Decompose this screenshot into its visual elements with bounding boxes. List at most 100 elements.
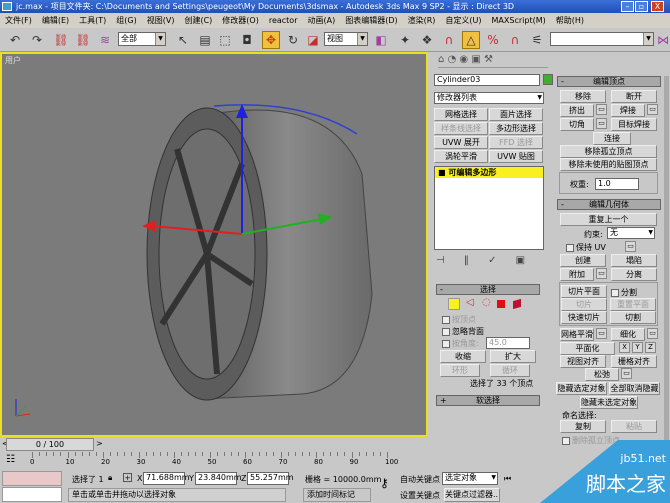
constraint-dropdown[interactable]: 无 ▼ (607, 227, 655, 239)
object-color-swatch[interactable] (543, 74, 553, 85)
loop-button[interactable]: 循环 (490, 364, 530, 377)
y-coord-field[interactable]: 23.840mm (195, 472, 242, 485)
patch-select-button[interactable]: 面片选择 (489, 108, 543, 121)
planar-y-button[interactable]: Y (632, 342, 643, 353)
maximize-button[interactable]: ▫ (635, 1, 648, 12)
angle-snap-icon[interactable]: △ (462, 31, 480, 49)
object-name-field[interactable]: Cylinder03 (434, 74, 540, 86)
maxscript-listener-pink[interactable] (2, 471, 62, 486)
snap-toggle-icon[interactable]: ∩ (440, 31, 458, 49)
chamfer-button[interactable]: 切角 (560, 118, 594, 131)
turbosmooth-button[interactable]: 涡轮平滑 (434, 150, 488, 163)
border-mode-icon[interactable]: ◌ (482, 297, 491, 308)
stack-tools[interactable]: ⊣ ‖ ✓ ▣ (436, 255, 533, 266)
by-vertex-checkbox[interactable]: 按顶点 (442, 314, 476, 325)
close-button[interactable]: X (651, 1, 664, 12)
preserve-uv-settings-icon[interactable]: ▭ (625, 241, 636, 252)
add-time-tag-button[interactable]: 添加时间标记 (303, 488, 371, 502)
planar-z-button[interactable]: Z (645, 342, 656, 353)
menu-reactor[interactable]: reactor (264, 16, 303, 25)
modifier-stack[interactable]: ■ 可编辑多边形 (434, 166, 544, 250)
scale-icon[interactable]: ◪ (304, 31, 322, 49)
angle-field[interactable]: 45.0 (486, 337, 530, 349)
bind-space-warp-icon[interactable]: ≋ (96, 31, 114, 49)
connect-button[interactable]: 连接 (593, 132, 631, 145)
key-mode-dropdown[interactable]: 选定对象 ▼ (442, 472, 498, 485)
keyboard-shortcut-icon[interactable]: ❖ (418, 31, 436, 49)
undo-icon[interactable]: ↶ (6, 31, 24, 49)
move-icon[interactable]: ✥ (262, 31, 280, 49)
rotate-icon[interactable]: ↻ (284, 31, 302, 49)
command-panel-scrollbar[interactable] (664, 76, 669, 466)
named-selection-dropdown[interactable]: ▼ (550, 32, 654, 46)
slice-plane-button[interactable]: 切片平面 (561, 285, 607, 298)
menu-rendering[interactable]: 渲染(R) (403, 16, 441, 25)
collapse-button[interactable]: 塌陷 (611, 254, 657, 267)
key-icon[interactable]: ⚷ (380, 476, 389, 490)
repeat-last-button[interactable]: 重复上一个 (560, 213, 657, 226)
cut-button[interactable]: 切割 (610, 311, 656, 324)
z-coord-field[interactable]: 55.257mm (247, 472, 294, 485)
vertex-mode-icon[interactable] (448, 298, 460, 310)
ffd-select-button[interactable]: FFD 选择 (489, 136, 543, 149)
ring-button[interactable]: 环形 (440, 364, 480, 377)
link-icon[interactable]: ⛓ (52, 31, 70, 49)
spline-select-button[interactable]: 样条线选择 (434, 122, 488, 135)
minimize-button[interactable]: – (621, 1, 634, 12)
time-slider[interactable]: 0 / 100 (6, 438, 94, 451)
reference-coord-dropdown[interactable]: 视图 ▼ (324, 32, 368, 46)
window-crossing-icon[interactable]: ◘ (238, 31, 256, 49)
mesh-select-button[interactable]: 网格选择 (434, 108, 488, 121)
menu-edit[interactable]: 编辑(E) (37, 16, 74, 25)
uvw-unwrap-button[interactable]: UVW 展开 (434, 136, 488, 149)
selection-rollout-header[interactable]: - 选择 (436, 284, 540, 295)
remove-isolated-button[interactable]: 移除孤立顶点 (560, 145, 657, 158)
delete-isolated-checkbox[interactable]: 删除孤立顶点 (562, 435, 620, 446)
attach-button[interactable]: 附加 (560, 268, 594, 281)
edit-vertices-rollout-header[interactable]: - 编辑顶点 (557, 76, 661, 87)
unhide-all-button[interactable]: 全部取消隐藏 (609, 382, 660, 395)
track-bar[interactable]: ☷ 0 10 20 30 40 50 60 70 80 90 100 (0, 452, 430, 470)
create-button[interactable]: 创建 (560, 254, 606, 267)
weld-button[interactable]: 焊接 (611, 104, 645, 117)
menu-create[interactable]: 创建(C) (179, 16, 217, 25)
menu-file[interactable]: 文件(F) (0, 16, 37, 25)
menu-customize[interactable]: 自定义(U) (440, 16, 486, 25)
quickslice-button[interactable]: 快速切片 (561, 311, 607, 324)
relax-button[interactable]: 松弛 (585, 368, 619, 381)
target-weld-button[interactable]: 目标焊接 (611, 118, 657, 131)
menu-graph-editors[interactable]: 图表编辑器(D) (340, 16, 402, 25)
uvw-map-button[interactable]: UVW 贴图 (489, 150, 543, 163)
x-coord-field[interactable]: 71.688mm (143, 472, 190, 485)
tessellate-button[interactable]: 细化 (611, 328, 645, 341)
by-angle-checkbox[interactable]: 按角度: (442, 338, 479, 349)
hide-unselected-button[interactable]: 隐藏未选定对象 (580, 396, 638, 409)
extrude-button[interactable]: 挤出 (560, 104, 594, 117)
remove-unused-map-verts-button[interactable]: 移除未使用的贴图顶点 (560, 158, 657, 171)
poly-select-button[interactable]: 多边形选择 (489, 122, 543, 135)
hide-selected-button[interactable]: 隐藏选定对象 (556, 382, 607, 395)
make-planar-button[interactable]: 平面化 (560, 342, 615, 355)
select-icon[interactable]: ↖ (174, 31, 192, 49)
extrude-settings-icon[interactable]: ▭ (596, 104, 607, 115)
command-panel-tabs[interactable]: ⌂ ◔ ◉ ▣ ⚒ (438, 54, 548, 68)
spinner-snap-icon[interactable]: ∩ (506, 31, 524, 49)
edge-mode-icon[interactable]: ◁ (466, 297, 474, 308)
viewport-user[interactable]: 用户 (0, 52, 428, 437)
relax-settings-icon[interactable]: ▭ (621, 368, 632, 379)
tessellate-settings-icon[interactable]: ▭ (647, 328, 658, 339)
view-align-button[interactable]: 视图对齐 (560, 355, 606, 368)
soft-selection-rollout-header[interactable]: + 软选择 (436, 395, 540, 406)
menu-help[interactable]: 帮助(H) (551, 16, 589, 25)
selection-filter-dropdown[interactable]: 全部 ▼ (118, 32, 166, 46)
shrink-button[interactable]: 收缩 (440, 350, 486, 363)
stack-item-editable-poly[interactable]: ■ 可编辑多边形 (435, 167, 543, 178)
curve-editor-icon[interactable]: ☷ (6, 454, 15, 465)
grow-button[interactable]: 扩大 (490, 350, 536, 363)
mirror-icon[interactable]: ⋈ (654, 31, 670, 49)
grid-align-button[interactable]: 栅格对齐 (611, 355, 657, 368)
element-mode-icon[interactable] (513, 298, 521, 310)
menu-animation[interactable]: 动画(A) (302, 16, 340, 25)
split-checkbox[interactable]: 分割 (611, 287, 637, 298)
menu-modifiers[interactable]: 修改器(O) (217, 16, 264, 25)
